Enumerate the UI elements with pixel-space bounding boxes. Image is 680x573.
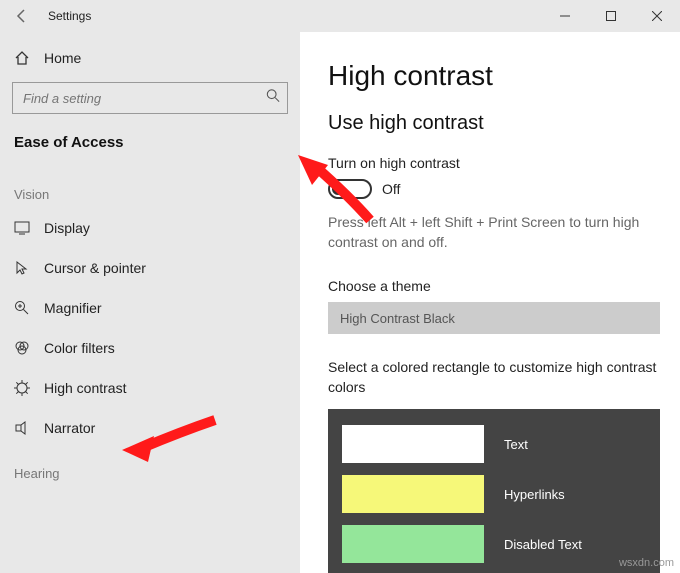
toggle-knob <box>332 183 344 195</box>
titlebar: Settings <box>0 0 680 32</box>
swatch-disabled <box>342 525 484 563</box>
main-panel: High contrast Use high contrast Turn on … <box>300 32 680 573</box>
theme-dropdown[interactable]: High Contrast Black <box>328 302 660 334</box>
sidebar-item-label: High contrast <box>44 380 126 396</box>
sidebar-item-high-contrast[interactable]: High contrast <box>0 368 300 408</box>
sidebar: Home Ease of Access Vision Display Curso… <box>0 32 300 573</box>
display-icon <box>14 220 30 236</box>
minimize-button[interactable] <box>542 0 588 32</box>
search-icon <box>266 89 280 108</box>
page-title: High contrast <box>328 60 680 92</box>
color-grid: Text Hyperlinks Disabled Text <box>328 409 660 573</box>
theme-label: Choose a theme <box>328 278 680 294</box>
close-button[interactable] <box>634 0 680 32</box>
toggle-field-label: Turn on high contrast <box>328 155 680 171</box>
group-hearing: Hearing <box>0 448 300 487</box>
sidebar-item-label: Cursor & pointer <box>44 260 146 276</box>
sidebar-item-cursor[interactable]: Cursor & pointer <box>0 248 300 288</box>
home-icon <box>14 50 30 66</box>
toggle-state-label: Off <box>382 181 400 197</box>
shortcut-help-text: Press left Alt + left Shift + Print Scre… <box>328 213 658 252</box>
sidebar-home[interactable]: Home <box>0 40 300 76</box>
sidebar-item-narrator[interactable]: Narrator <box>0 408 300 448</box>
color-row-text[interactable]: Text <box>338 419 650 469</box>
window-title: Settings <box>48 9 91 23</box>
high-contrast-icon <box>14 380 30 396</box>
high-contrast-toggle[interactable] <box>328 179 372 199</box>
search-input[interactable] <box>12 82 288 114</box>
color-row-disabled[interactable]: Disabled Text <box>338 519 650 569</box>
color-filters-icon <box>14 340 30 356</box>
narrator-icon <box>14 420 30 436</box>
sidebar-item-magnifier[interactable]: Magnifier <box>0 288 300 328</box>
maximize-button[interactable] <box>588 0 634 32</box>
search-field[interactable] <box>12 82 288 114</box>
section-heading: Use high contrast <box>328 112 680 135</box>
color-row-hyperlinks[interactable]: Hyperlinks <box>338 469 650 519</box>
swatch-text <box>342 425 484 463</box>
back-icon[interactable] <box>14 8 30 24</box>
sidebar-item-label: Display <box>44 220 90 236</box>
sidebar-item-display[interactable]: Display <box>0 208 300 248</box>
swatch-label: Text <box>504 437 528 452</box>
customize-desc: Select a colored rectangle to customize … <box>328 358 668 397</box>
swatch-label: Disabled Text <box>504 537 582 552</box>
sidebar-item-color-filters[interactable]: Color filters <box>0 328 300 368</box>
category-heading: Ease of Access <box>0 128 300 169</box>
cursor-icon <box>14 260 30 276</box>
watermark: wsxdn.com <box>619 557 674 569</box>
swatch-label: Hyperlinks <box>504 487 565 502</box>
sidebar-item-label: Magnifier <box>44 300 102 316</box>
home-label: Home <box>44 50 81 66</box>
sidebar-item-label: Color filters <box>44 340 115 356</box>
sidebar-item-label: Narrator <box>44 420 95 436</box>
group-vision: Vision <box>0 169 300 208</box>
theme-selected: High Contrast Black <box>340 311 455 326</box>
swatch-hyperlinks <box>342 475 484 513</box>
magnifier-icon <box>14 300 30 316</box>
